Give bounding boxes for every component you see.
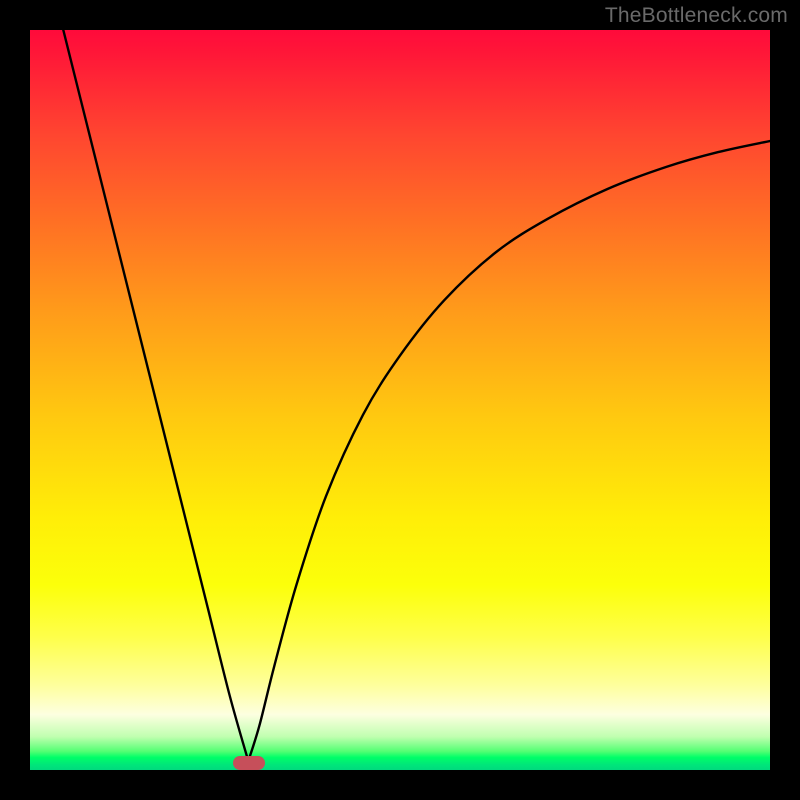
curve-path bbox=[63, 30, 770, 761]
minimum-marker bbox=[233, 756, 265, 770]
curve-layer bbox=[30, 30, 770, 770]
outer-frame: TheBottleneck.com bbox=[0, 0, 800, 800]
watermark-text: TheBottleneck.com bbox=[605, 4, 788, 28]
plot-area bbox=[30, 30, 770, 770]
